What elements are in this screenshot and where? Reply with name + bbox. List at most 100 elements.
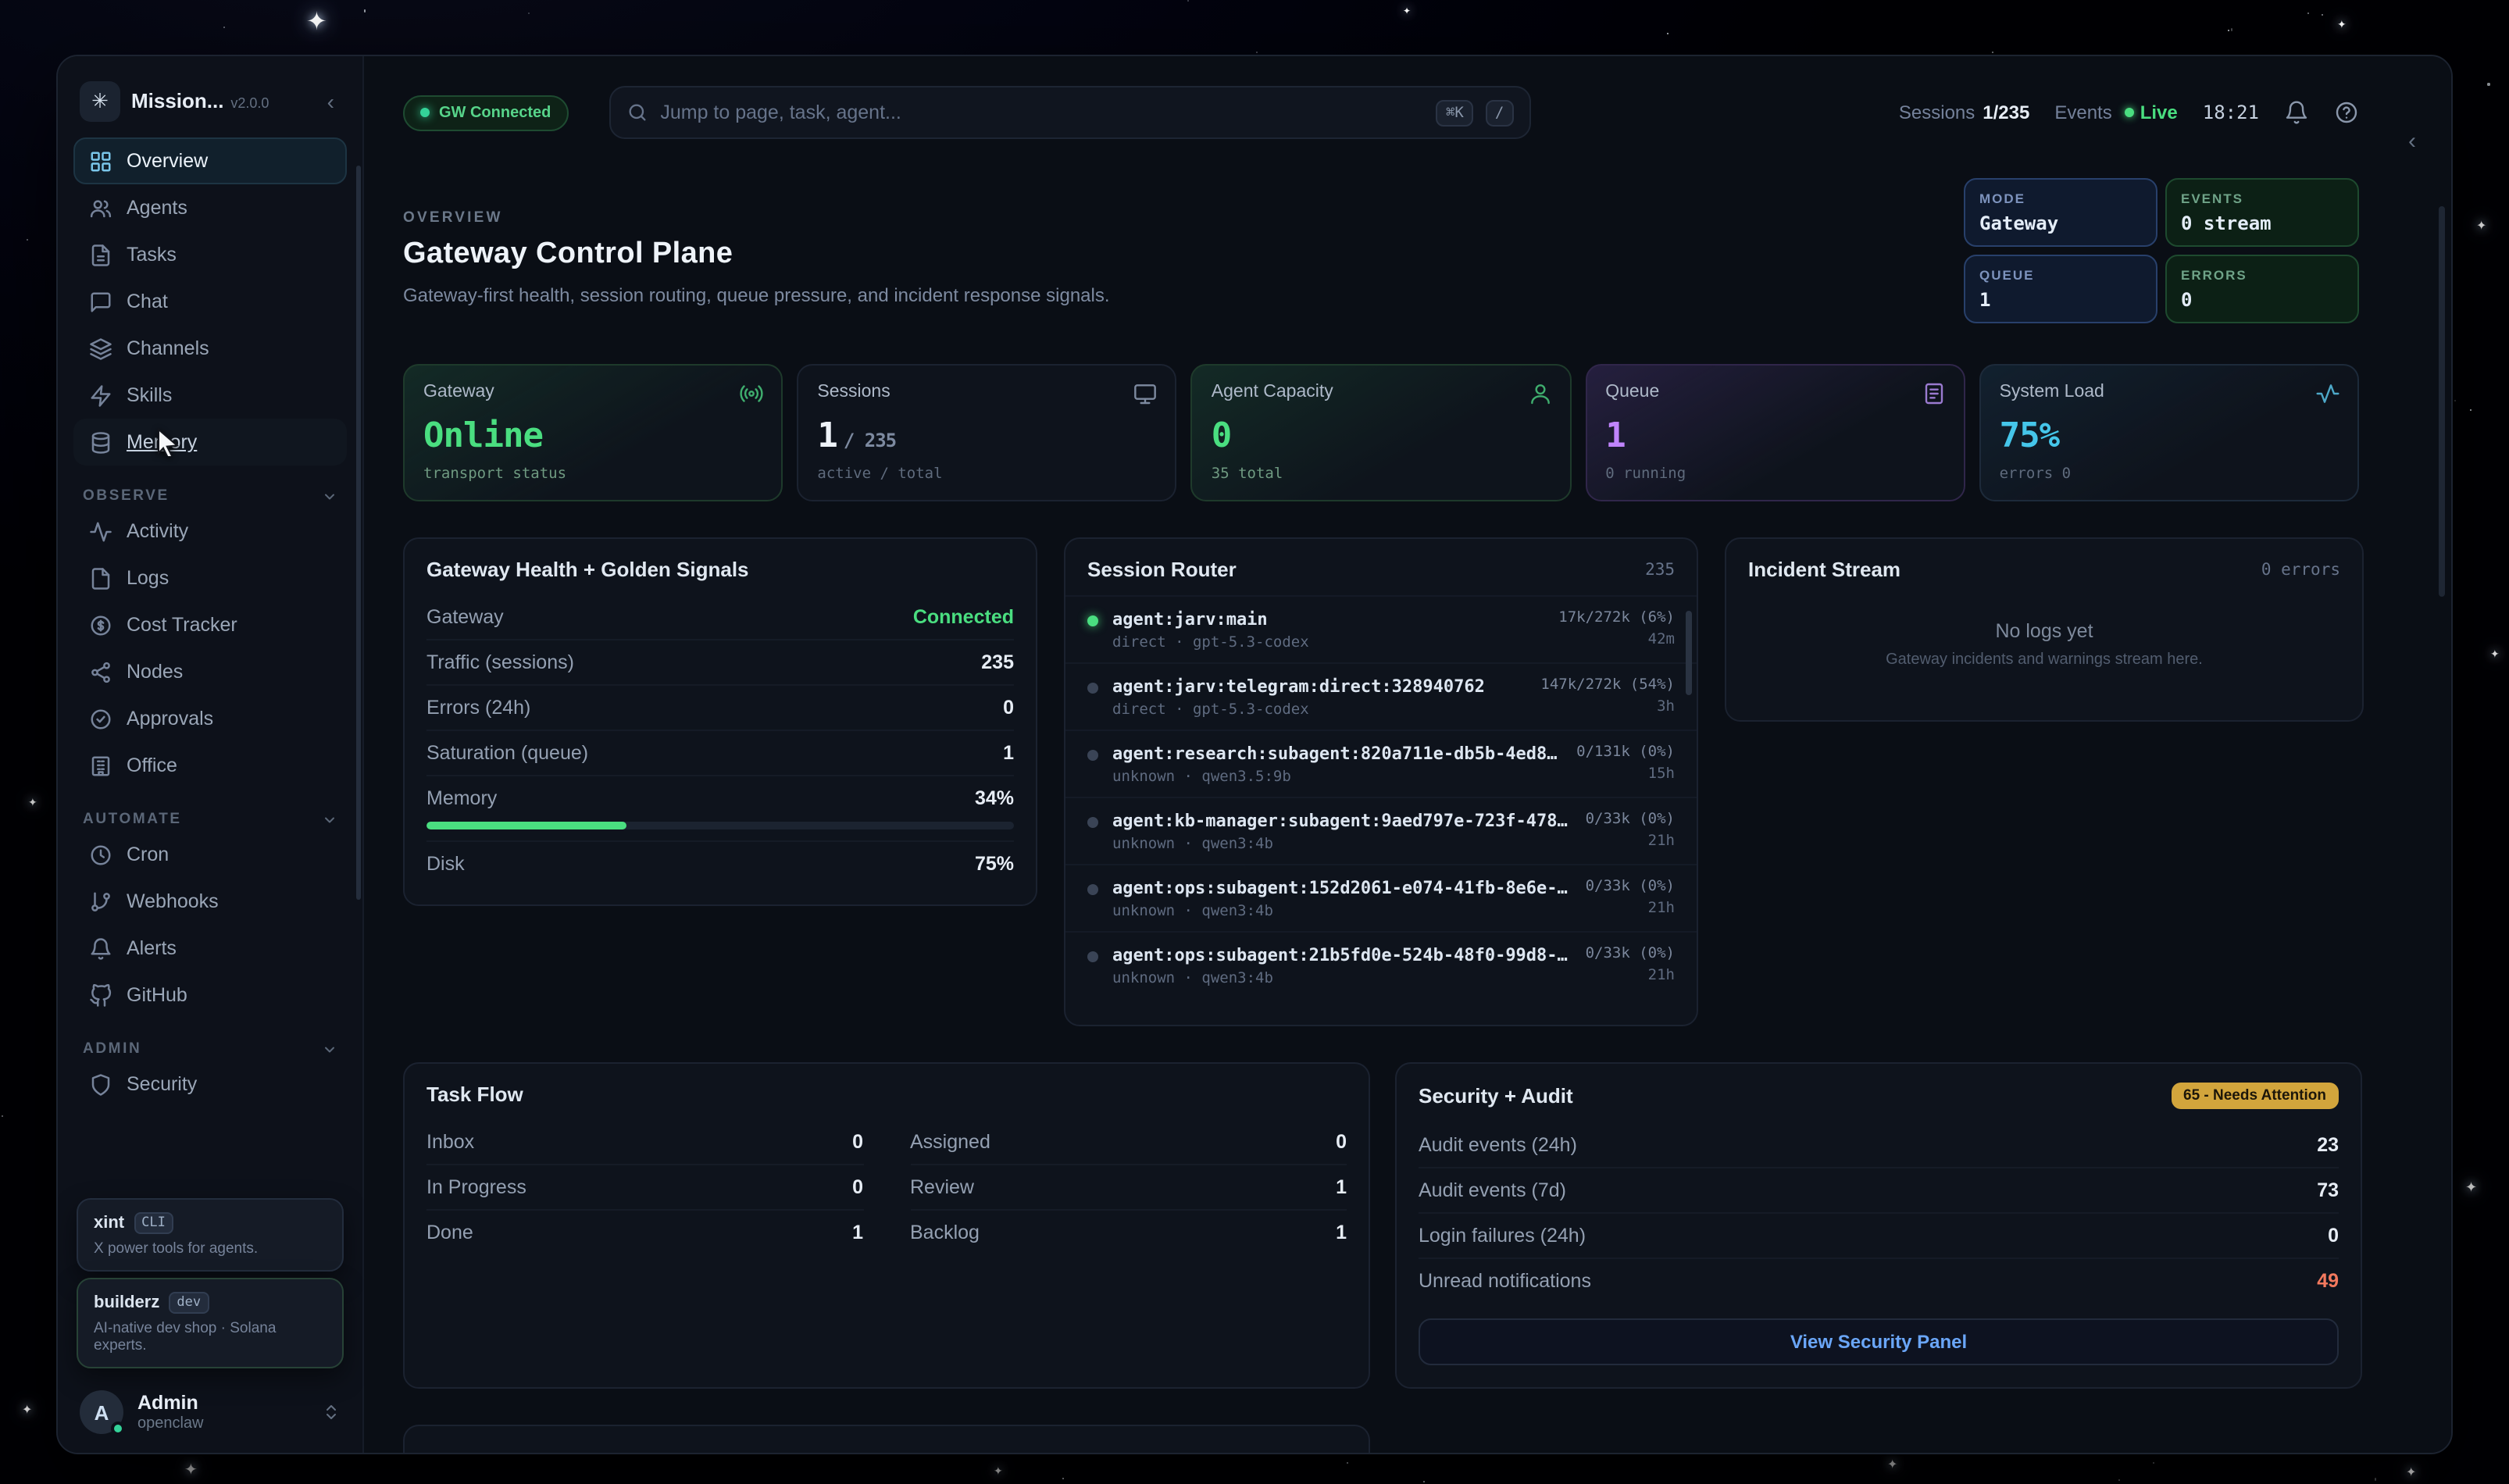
stat-card-system-load[interactable]: System Load 75% errors 0: [1979, 364, 2359, 501]
taskflow-row: Backlog1: [910, 1209, 1347, 1254]
empty-description: Gateway incidents and warnings stream he…: [1748, 651, 2340, 669]
sidebar-section-admin[interactable]: ADMIN: [83, 1040, 337, 1058]
sidebar-item-agents[interactable]: Agents: [73, 184, 347, 231]
sidebar-item-channels[interactable]: Channels: [73, 325, 347, 372]
panel-task-flow: Task Flow Inbox0 In Progress0 Done1 Assi…: [403, 1062, 1370, 1389]
sidebar-scrollbar[interactable]: [356, 166, 361, 900]
sidebar-item-skills[interactable]: Skills: [73, 372, 347, 419]
chevrons-up-down-icon: [322, 1403, 341, 1422]
toast-description: X power tools for agents.: [94, 1240, 327, 1257]
toast-xint[interactable]: xint CLI X power tools for agents.: [77, 1198, 344, 1272]
sidebar-item-label: Alerts: [127, 937, 177, 959]
main-scrollbar[interactable]: [2439, 206, 2445, 597]
users-icon: [89, 196, 112, 219]
partial-card-below-fold: [403, 1425, 1370, 1453]
sidebar-item-label: Approvals: [127, 708, 213, 730]
search-input[interactable]: [660, 102, 1424, 123]
user-menu[interactable]: A Admin openclaw: [73, 1381, 347, 1437]
session-row[interactable]: agent:kb-manager:subagent:9aed797e-723f-…: [1065, 797, 1697, 864]
chip-errors: ERRORS 0: [2165, 255, 2359, 323]
right-panel-collapse-button[interactable]: ‹: [2393, 122, 2431, 159]
stat-value: 1: [817, 417, 837, 456]
needs-attention-badge: 65 - Needs Attention: [2171, 1083, 2339, 1109]
chip-mode: MODE Gateway: [1964, 178, 2157, 247]
chat-bubble-icon: [89, 290, 112, 313]
sidebar-item-tasks[interactable]: Tasks: [73, 231, 347, 278]
sidebar-item-cron[interactable]: Cron: [73, 831, 347, 878]
taskflow-row: In Progress0: [426, 1164, 863, 1209]
building-icon: [89, 754, 112, 777]
session-row[interactable]: agent:jarv:maindirect · gpt-5.3-codex 17…: [1065, 595, 1697, 662]
clock: 18:21: [2203, 102, 2259, 123]
sidebar-item-label: Cron: [127, 844, 169, 865]
app-window: ✳ Mission... v2.0.0 ‹ Overview Agents Ta…: [56, 55, 2453, 1454]
stat-card-gateway[interactable]: Gateway Online transport status: [403, 364, 783, 501]
sidebar-item-overview[interactable]: Overview: [73, 137, 347, 184]
desktop: ✦✦✦✦✦✦✦✦✦✦✦✦ ✳ Mission... v2.0.0 ‹ Overv…: [0, 0, 2509, 1484]
events-live-indicator: EventsLive: [2054, 102, 2177, 123]
topbar: GW Connected ⌘K / Sessions1/235 EventsLi…: [364, 56, 2451, 147]
security-row: Audit events (7d)73: [1419, 1167, 2339, 1212]
help-icon[interactable]: [2334, 100, 2359, 125]
online-status-dot: [111, 1422, 125, 1436]
sidebar: ✳ Mission... v2.0.0 ‹ Overview Agents Ta…: [58, 56, 364, 1453]
security-row: Unread notifications49: [1419, 1257, 2339, 1303]
sidebar-item-chat[interactable]: Chat: [73, 278, 347, 325]
status-dot: [420, 108, 430, 117]
toast-title: xint: [94, 1214, 124, 1233]
sidebar-section-automate[interactable]: AUTOMATE: [83, 811, 337, 828]
panel-gateway-health: Gateway Health + Golden Signals GatewayC…: [403, 537, 1037, 906]
sidebar-item-alerts[interactable]: Alerts: [73, 925, 347, 972]
sidebar-item-cost-tracker[interactable]: Cost Tracker: [73, 601, 347, 648]
taskflow-row: Assigned0: [910, 1120, 1347, 1164]
session-row[interactable]: agent:ops:subagent:21b5fd0e-524b-48f0-99…: [1065, 931, 1697, 998]
page-content: OVERVIEW Gateway Control Plane Gateway-f…: [364, 147, 2451, 1453]
chip-label: EVENTS: [2181, 191, 2343, 206]
sidebar-item-nodes[interactable]: Nodes: [73, 648, 347, 695]
app-name: Mission...: [131, 89, 223, 112]
sidebar-item-office[interactable]: Office: [73, 742, 347, 789]
sidebar-collapse-icon[interactable]: ‹: [321, 87, 341, 116]
sidebar-item-activity[interactable]: Activity: [73, 508, 347, 555]
stat-sub: 0 running: [1605, 466, 1944, 483]
nodes-icon: [89, 660, 112, 683]
gateway-status-pill[interactable]: GW Connected: [403, 95, 568, 130]
router-scrollbar[interactable]: [1686, 611, 1692, 695]
toast-builderz[interactable]: builderz dev AI-native dev shop · Solana…: [77, 1278, 344, 1368]
taskflow-row: Inbox0: [426, 1120, 863, 1164]
stat-card-queue[interactable]: Queue 1 0 running: [1585, 364, 1965, 501]
stat-card-agent-capacity[interactable]: Agent Capacity 0 35 total: [1191, 364, 1571, 501]
sidebar-item-label: Cost Tracker: [127, 614, 237, 636]
section-title: ADMIN: [83, 1040, 141, 1058]
chip-label: QUEUE: [1979, 267, 2142, 283]
memory-progress-fill: [426, 822, 626, 829]
session-status-dot: [1087, 615, 1098, 626]
sidebar-item-github[interactable]: GitHub: [73, 972, 347, 1018]
chip-label: ERRORS: [2181, 267, 2343, 283]
session-row[interactable]: agent:jarv:telegram:direct:328940762dire…: [1065, 662, 1697, 730]
kbd-shortcut-slash: /: [1486, 99, 1513, 126]
shield-icon: [89, 1072, 112, 1096]
sidebar-item-logs[interactable]: Logs: [73, 555, 347, 601]
global-search[interactable]: ⌘K /: [609, 86, 1530, 139]
memory-progress-bar: [426, 822, 1014, 829]
stat-value: 1: [1605, 417, 1944, 456]
sidebar-section-observe[interactable]: OBSERVE: [83, 487, 337, 505]
health-row: Disk75%: [426, 840, 1014, 886]
sidebar-item-memory[interactable]: Memory: [73, 419, 347, 466]
view-security-panel-button[interactable]: View Security Panel: [1419, 1318, 2339, 1365]
session-row[interactable]: agent:research:subagent:820a711e-db5b-4e…: [1065, 730, 1697, 797]
sidebar-item-approvals[interactable]: Approvals: [73, 695, 347, 742]
file-text-icon: [89, 243, 112, 266]
stat-card-sessions[interactable]: Sessions 1/ 235 active / total: [797, 364, 1176, 501]
sidebar-item-security[interactable]: Security: [73, 1061, 347, 1108]
layers-icon: [89, 337, 112, 360]
sidebar-item-webhooks[interactable]: Webhooks: [73, 878, 347, 925]
notifications-bell-icon[interactable]: [2284, 100, 2309, 125]
security-row: Login failures (24h)0: [1419, 1212, 2339, 1257]
avatar-initial: A: [95, 1400, 109, 1424]
session-row[interactable]: agent:ops:subagent:152d2061-e074-41fb-8e…: [1065, 864, 1697, 931]
git-branch-icon: [89, 890, 112, 913]
stat-sub: transport status: [423, 466, 762, 483]
stat-label: Queue: [1605, 383, 1944, 401]
